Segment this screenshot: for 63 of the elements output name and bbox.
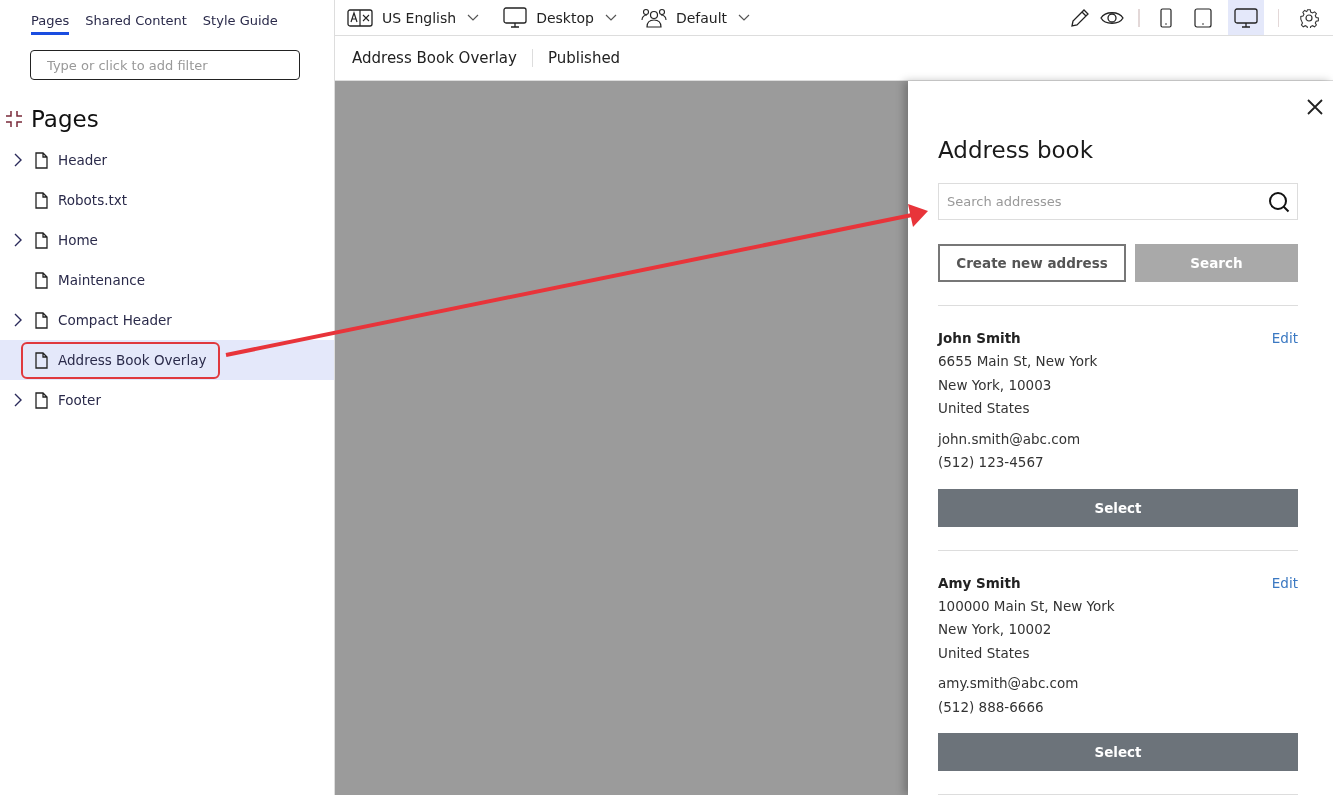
page-tree-item[interactable]: Compact Header (21, 301, 186, 339)
monitor-icon (1233, 7, 1258, 28)
address-line: New York, 10002 (938, 620, 1053, 639)
contact-name: John Smith (938, 330, 1021, 346)
page-status: Published (547, 49, 621, 67)
device-dropdown[interactable]: Desktop (503, 6, 617, 29)
monitor-icon (503, 6, 528, 29)
page-icon (35, 151, 48, 169)
filter-field[interactable]: Type or click to add filter (30, 50, 300, 80)
contact-phone: (512) 123-4567 (938, 453, 1045, 472)
chevron-right-icon[interactable] (14, 233, 22, 247)
page-icon (35, 271, 48, 289)
select-button[interactable]: Select (938, 733, 1298, 771)
page-tree-item[interactable]: Header (21, 141, 122, 179)
pencil-icon[interactable] (1070, 7, 1090, 28)
address-line: United States (938, 643, 1031, 663)
chevron-down-icon (604, 14, 617, 21)
page-icon (35, 391, 48, 409)
page-tree-item[interactable]: Home (21, 221, 112, 259)
chevron-right-icon[interactable] (14, 313, 22, 327)
page-tree-item[interactable]: Address Book Overlay (21, 341, 221, 379)
address-line: 100000 Main St, New York (938, 596, 1116, 616)
chevron-down-icon (467, 14, 480, 21)
contact-email: amy.smith@abc.com (938, 674, 1080, 693)
chevron-right-icon[interactable] (14, 153, 22, 167)
page-tree-item[interactable]: Robots.txt (21, 181, 142, 219)
edit-link[interactable]: Edit (1271, 330, 1298, 346)
chevron-right-icon[interactable] (14, 393, 22, 407)
page-icon (35, 231, 48, 249)
page-icon (35, 351, 48, 369)
translate-icon (347, 8, 373, 27)
address-line: New York, 10003 (938, 375, 1053, 395)
page-title: Address Book Overlay (352, 49, 517, 67)
settings-icon[interactable] (1299, 7, 1319, 28)
pages-heading: Pages (31, 106, 99, 132)
people-icon (640, 7, 667, 28)
address-search-field[interactable]: Search addresses (938, 183, 1298, 220)
language-dropdown[interactable]: US English (347, 8, 480, 27)
contact-name: Amy Smith (938, 574, 1021, 591)
page-tree-item[interactable]: Maintenance (21, 261, 159, 299)
create-address-button[interactable]: Create new address (938, 244, 1126, 282)
sidebar-tab[interactable]: Style Guide (202, 13, 278, 35)
search-icon[interactable] (1268, 191, 1290, 213)
desktop-view-button[interactable] (1227, 0, 1264, 35)
select-button[interactable]: Select (938, 488, 1298, 527)
contact-email: john.smith@abc.com (938, 429, 1082, 449)
audience-dropdown[interactable]: Default (640, 7, 920, 28)
chevron-down-icon (738, 14, 751, 21)
eye-icon[interactable] (1100, 9, 1124, 26)
page-icon (35, 311, 48, 329)
panel-title: Address book (938, 137, 1094, 163)
page-icon (35, 191, 48, 209)
collapse-icon[interactable] (5, 110, 23, 128)
close-icon[interactable] (1307, 99, 1323, 115)
sidebar-tab[interactable]: Pages (31, 13, 70, 35)
tablet-icon (1193, 7, 1212, 28)
edit-link[interactable]: Edit (1271, 574, 1298, 591)
page-tree-item[interactable]: Footer (21, 381, 115, 419)
phone-icon (1159, 7, 1172, 28)
sidebar-tab[interactable]: Shared Content (85, 13, 187, 35)
address-line: 6655 Main St, New York (938, 352, 1099, 371)
contact-phone: (512) 888-6666 (938, 697, 1045, 717)
address-line: United States (938, 399, 1031, 418)
